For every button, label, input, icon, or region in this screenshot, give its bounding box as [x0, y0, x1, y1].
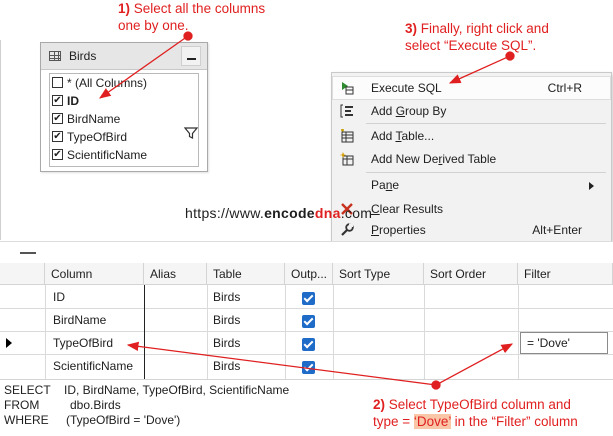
output-checkbox[interactable]	[302, 315, 315, 328]
current-row-arrow-icon	[6, 338, 12, 348]
add-table-icon	[341, 129, 354, 143]
column-item-label: * (All Columns)	[67, 76, 148, 90]
cell-column[interactable]: ID	[53, 286, 65, 308]
output-checkbox[interactable]	[302, 292, 315, 305]
step-2-line-2a: type =	[373, 414, 414, 429]
sql-from-table: dbo.Birds	[70, 398, 121, 412]
menu-item-add-group-by[interactable]: Add Group By	[332, 99, 611, 123]
table-grid-icon	[49, 51, 61, 61]
col-divider	[285, 285, 286, 379]
col-divider	[207, 285, 208, 379]
column-header-column[interactable]: Column	[45, 263, 144, 285]
col-divider	[45, 285, 46, 379]
col-divider	[333, 285, 334, 379]
properties-icon	[341, 223, 354, 236]
minimize-icon	[187, 58, 196, 60]
step-3-line-2: select “Execute SQL”.	[405, 38, 537, 53]
step-2-line-1: Select TypeOfBird column and	[388, 397, 571, 412]
birds-table-widget[interactable]: Birds * (All Columns) ✔ ID ✔ BirdName ✔ …	[40, 42, 208, 172]
execute-sql-icon	[342, 82, 354, 95]
col-divider	[424, 285, 425, 379]
step-1-line-2: one by one.	[118, 18, 189, 33]
table-widget-header[interactable]: Birds	[41, 43, 207, 70]
watermark-suffix: .com	[340, 205, 373, 221]
sql-select-columns: ID, BirdName, TypeOfBird, ScientificName	[64, 383, 290, 397]
cell-table[interactable]: Birds	[213, 355, 240, 377]
column-header-table[interactable]: Table	[207, 263, 285, 285]
pane-splitter[interactable]	[0, 241, 613, 264]
menu-item-label: Execute SQL	[371, 81, 442, 95]
column-item-label: ID	[67, 94, 79, 108]
step-1-line-1: Select all the columns	[133, 1, 266, 16]
column-item-label: BirdName	[67, 112, 121, 126]
step-2-number: 2)	[373, 397, 386, 412]
criteria-grid: Column Alias Table Outp... Sort Type Sor…	[0, 263, 613, 379]
cell-column[interactable]: TypeOfBird	[53, 332, 113, 354]
watermark-brand-a: encode	[264, 205, 315, 221]
col-divider	[518, 285, 519, 379]
filter-icon	[184, 127, 198, 139]
menu-item-shortcut: Ctrl+R	[547, 81, 582, 95]
column-header-sort-type[interactable]: Sort Type	[333, 263, 424, 285]
menu-item-shortcut: Alt+Enter	[532, 223, 582, 237]
output-checkbox[interactable]	[302, 361, 315, 374]
designer-pane-border	[0, 40, 1, 240]
table-widget-title: Birds	[69, 49, 97, 63]
menu-item-label: Add Table...	[371, 129, 435, 143]
derived-table-icon	[340, 152, 354, 166]
menu-item-label: Add Group By	[371, 104, 447, 118]
annotation-step-1: 1) Select all the columns one by one.	[118, 0, 265, 34]
minimize-button[interactable]	[181, 46, 201, 66]
step-3-line-1: Finally, right click and	[420, 21, 549, 36]
sql-select-keyword: SELECT	[4, 383, 51, 397]
cell-column[interactable]: ScientificName	[53, 355, 133, 377]
menu-item-add-derived-table[interactable]: Add New Derived Table	[332, 147, 611, 171]
checkbox-checked-icon[interactable]: ✔	[52, 131, 63, 142]
checkbox-checked-icon[interactable]: ✔	[52, 113, 63, 124]
annotation-step-3: 3) Finally, right click and select “Exec…	[405, 20, 549, 54]
column-header-alias[interactable]: Alias	[144, 263, 207, 285]
step-2-highlight: ‘Dove’	[413, 414, 451, 429]
output-checkbox[interactable]	[302, 338, 315, 351]
sql-where-clause: (TypeOfBird = 'Dove')	[66, 413, 181, 427]
checkbox-checked-icon[interactable]: ✔	[52, 149, 63, 160]
submenu-arrow-icon	[589, 182, 594, 190]
splitter-grip-icon	[20, 252, 36, 254]
menu-item-label: Pane	[371, 178, 400, 192]
column-item-label: TypeOfBird	[67, 130, 128, 144]
menu-item-add-table[interactable]: Add Table...	[332, 124, 611, 148]
checkbox-unchecked-icon[interactable]	[52, 77, 63, 88]
sql-from-keyword: FROM	[4, 398, 40, 412]
row-header-corner	[0, 263, 45, 285]
menu-item-execute-sql[interactable]: Execute SQL Ctrl+R	[332, 76, 611, 100]
step-2-line-2c: in the “Filter” column	[450, 414, 578, 429]
group-by-icon	[340, 104, 353, 118]
column-header-output[interactable]: Outp...	[285, 263, 333, 285]
column-item-label: ScientificName	[67, 148, 148, 162]
checkbox-checked-icon[interactable]: ✔	[52, 95, 63, 106]
filter-input[interactable]: = 'Dove'	[520, 332, 608, 354]
cell-table[interactable]: Birds	[213, 309, 240, 331]
website-watermark: https://www.encodedna.com	[185, 205, 372, 221]
menu-item-pane[interactable]: Pane	[332, 173, 611, 197]
cell-table[interactable]: Birds	[213, 286, 240, 308]
annotation-step-2: 2) Select TypeOfBird column and type = ‘…	[373, 396, 578, 430]
watermark-brand-b: dna	[314, 205, 341, 221]
column-list: * (All Columns) ✔ ID ✔ BirdName ✔ TypeOf…	[49, 73, 199, 167]
cell-table[interactable]: Birds	[213, 332, 240, 354]
column-header-sort-order[interactable]: Sort Order	[424, 263, 518, 285]
watermark-prefix: https://www.	[185, 205, 265, 221]
menu-item-label: Properties	[371, 223, 426, 237]
sql-where-keyword: WHERE	[4, 413, 49, 427]
context-menu: Execute SQL Ctrl+R Add Group By Add Tabl…	[331, 72, 612, 242]
menu-item-properties[interactable]: Properties Alt+Enter	[332, 218, 611, 242]
menu-item-label: Add New Derived Table	[371, 152, 497, 166]
column-header-filter[interactable]: Filter	[518, 263, 613, 285]
col-divider	[144, 285, 145, 379]
step-1-number: 1)	[118, 1, 131, 16]
step-3-number: 3)	[405, 21, 418, 36]
cell-column[interactable]: BirdName	[53, 309, 106, 331]
